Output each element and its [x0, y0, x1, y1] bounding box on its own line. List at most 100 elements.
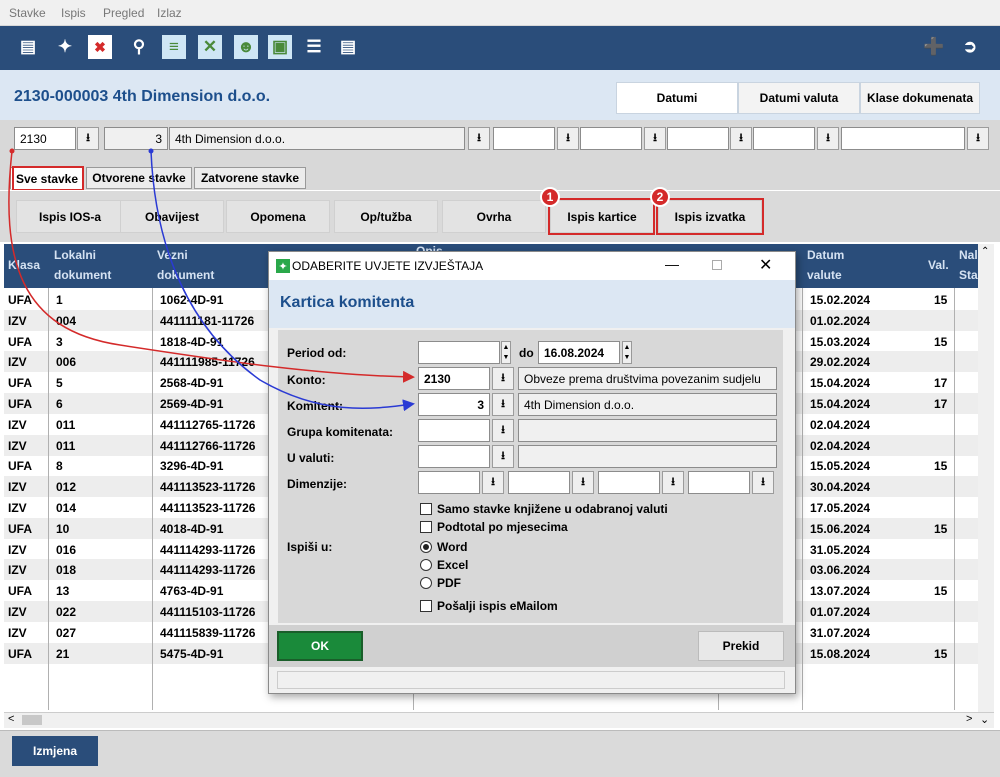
- izmjena-button[interactable]: Izmjena: [12, 736, 98, 766]
- filter-dropdown-4-icon[interactable]: ⭳: [644, 127, 666, 150]
- dimenzija-3-input[interactable]: [598, 471, 660, 494]
- tab-datumi-valuta[interactable]: Datumi valuta: [738, 82, 860, 114]
- cell-klasa: UFA: [8, 459, 32, 474]
- ispis-ios-button[interactable]: Ispis IOS-a: [16, 200, 124, 233]
- col-val[interactable]: Val.: [928, 258, 949, 272]
- maximize-icon[interactable]: [712, 260, 722, 270]
- tab-sve-stavke[interactable]: Sve stavke: [10, 167, 84, 189]
- cell-vezni: 3296-4D-91: [160, 459, 224, 474]
- dimenzija-1-input[interactable]: [418, 471, 480, 494]
- vertical-scrollbar[interactable]: ⌃: [978, 244, 994, 712]
- menu-bar: Stavke Ispis Pregled Izlaz: [0, 0, 1000, 26]
- tab-otvorene-stavke[interactable]: Otvorene stavke: [86, 167, 192, 189]
- grupa-lookup-icon[interactable]: ⭳: [492, 419, 514, 442]
- ispis-izvatka-button[interactable]: Ispis izvatka: [658, 200, 762, 233]
- ispis-kartice-button[interactable]: Ispis kartice: [550, 200, 654, 233]
- dimenzija-2-lookup-icon[interactable]: ⭳: [572, 471, 594, 494]
- note-icon[interactable]: ▣: [268, 35, 292, 59]
- period-od-input[interactable]: [418, 341, 500, 364]
- filter-input-5[interactable]: [667, 127, 729, 150]
- cell-lokalni: 006: [56, 355, 77, 370]
- cell-datum: 01.02.2024: [810, 313, 871, 328]
- cell-lokalni: 022: [56, 605, 77, 619]
- ok-button[interactable]: OK: [277, 631, 363, 661]
- cell-vezni: 441113523-11726: [160, 480, 256, 495]
- scroll-up-icon[interactable]: ⌃: [981, 246, 989, 257]
- opomena-button[interactable]: Opomena: [226, 200, 330, 233]
- dimenzija-4-lookup-icon[interactable]: ⭳: [752, 471, 774, 494]
- dimenzija-1-lookup-icon[interactable]: ⭳: [482, 471, 504, 494]
- cell-lokalni: 3: [56, 334, 63, 349]
- exit-icon[interactable]: ➲: [958, 35, 982, 59]
- filter-input-7[interactable]: [841, 127, 965, 150]
- col-lokalni[interactable]: Lokalni: [54, 248, 96, 262]
- minimize-icon[interactable]: —: [665, 256, 679, 272]
- period-od-spinner-icon[interactable]: ▲ ▼: [501, 341, 511, 364]
- konto-filter-input[interactable]: 2130: [14, 127, 76, 150]
- menu-stavke[interactable]: Stavke: [9, 6, 46, 20]
- col-klasa[interactable]: Klasa: [8, 258, 40, 272]
- format-pdf-radio[interactable]: [420, 577, 432, 589]
- podtotal-checkbox[interactable]: [420, 521, 432, 533]
- menu-ispis[interactable]: Ispis: [61, 6, 86, 20]
- filter-input-6[interactable]: [753, 127, 815, 150]
- komitent-input[interactable]: 3: [418, 393, 490, 416]
- ovrha-button[interactable]: Ovrha: [442, 200, 546, 233]
- cell-vezni: 441112765-11726: [160, 417, 256, 432]
- scroll-down-icon[interactable]: ⌄: [980, 713, 989, 726]
- email-checkbox[interactable]: [420, 600, 432, 612]
- cell-lokalni: 016: [56, 542, 77, 557]
- konto-lookup-icon[interactable]: ⭳: [492, 367, 514, 390]
- komitent-lookup-icon[interactable]: ⭳: [492, 393, 514, 416]
- scroll-thumb[interactable]: [22, 715, 42, 725]
- komitent-dropdown-icon[interactable]: ⭳: [468, 127, 490, 150]
- filter-input-3[interactable]: [493, 127, 555, 150]
- dimenzija-2-input[interactable]: [508, 471, 570, 494]
- samo-stavke-checkbox[interactable]: [420, 503, 432, 515]
- filter-dropdown-3-icon[interactable]: ⭳: [557, 127, 579, 150]
- konto-input[interactable]: 2130: [418, 367, 490, 390]
- dimenzija-3-lookup-icon[interactable]: ⭳: [662, 471, 684, 494]
- split-icon[interactable]: ➕: [922, 35, 946, 59]
- obavijest-button[interactable]: Obavijest: [120, 200, 224, 233]
- horizontal-scrollbar[interactable]: < > ⌄: [4, 712, 994, 728]
- tab-datumi[interactable]: Datumi: [616, 82, 738, 114]
- komitent-code-input[interactable]: 3: [104, 127, 168, 150]
- user-icon[interactable]: ☻: [234, 35, 258, 59]
- menu-izlaz[interactable]: Izlaz: [157, 6, 182, 20]
- grupa-input[interactable]: [418, 419, 490, 442]
- u-valuti-lookup-icon[interactable]: ⭳: [492, 445, 514, 468]
- filter-dropdown-6-icon[interactable]: ⭳: [817, 127, 839, 150]
- tree-icon[interactable]: ☰: [302, 35, 326, 59]
- filter-dropdown-7-icon[interactable]: ⭳: [967, 127, 989, 150]
- tab-zatvorene-stavke[interactable]: Zatvorene stavke: [194, 167, 306, 189]
- filter-input-4[interactable]: [580, 127, 642, 150]
- scroll-right-icon[interactable]: >: [966, 713, 972, 725]
- period-do-input[interactable]: 16.08.2024: [538, 341, 620, 364]
- cancel-button[interactable]: Prekid: [698, 631, 784, 661]
- konto-dropdown-icon[interactable]: ⭳: [77, 127, 99, 150]
- tab-klase-dokumenata[interactable]: Klase dokumenata: [860, 82, 980, 114]
- cell-datum: 15.03.2024: [810, 334, 871, 349]
- format-word-radio[interactable]: [420, 541, 432, 553]
- search-icon[interactable]: ⚲: [127, 35, 151, 59]
- menu-pregled[interactable]: Pregled: [103, 6, 144, 20]
- col-datum[interactable]: Datum: [807, 248, 844, 262]
- document-search-icon[interactable]: ▤: [16, 35, 40, 59]
- col-nal[interactable]: Nal: [959, 248, 978, 262]
- close-icon[interactable]: ✕: [759, 255, 772, 275]
- excel-icon[interactable]: ✕: [198, 35, 222, 59]
- dimenzija-4-input[interactable]: [688, 471, 750, 494]
- period-do-spinner-icon[interactable]: ▲ ▼: [622, 341, 632, 364]
- scroll-left-icon[interactable]: <: [8, 713, 14, 725]
- delete-icon[interactable]: ✖: [88, 35, 112, 59]
- u-valuti-input[interactable]: [418, 445, 490, 468]
- optuzba-button[interactable]: Op/tužba: [334, 200, 438, 233]
- list-arrow-icon[interactable]: ≡: [162, 35, 186, 59]
- document-list-icon[interactable]: ▤: [336, 35, 360, 59]
- format-excel-radio[interactable]: [420, 559, 432, 571]
- magic-wand-icon[interactable]: ✦: [53, 35, 77, 59]
- col-vezni[interactable]: Vezni: [157, 248, 188, 262]
- filter-dropdown-5-icon[interactable]: ⭳: [730, 127, 752, 150]
- komitent-name-input[interactable]: 4th Dimension d.o.o.: [169, 127, 465, 150]
